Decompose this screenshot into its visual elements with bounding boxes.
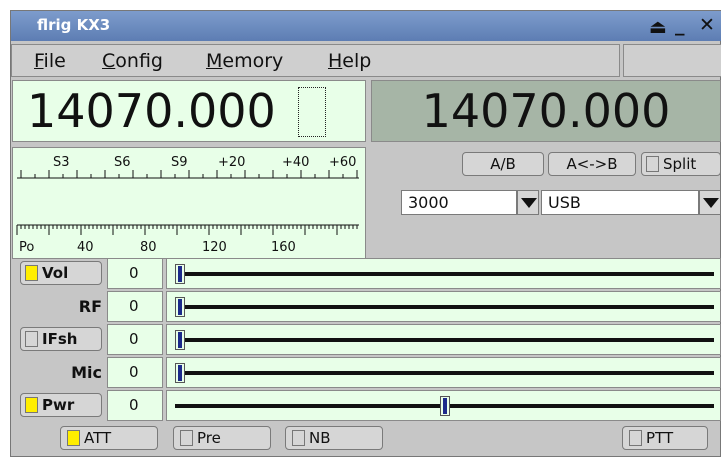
window-title: flrig KX3 xyxy=(37,16,111,34)
vfo-a-display[interactable]: 14070.000 xyxy=(12,80,366,142)
att-button[interactable]: ATT xyxy=(60,426,158,450)
split-checkbox[interactable] xyxy=(646,156,659,172)
menu-bar: File Config Memory Help xyxy=(11,44,620,77)
slider-label: IFsh xyxy=(42,330,78,348)
slider-pwr-value: 0 xyxy=(107,390,163,421)
slider-label: Pwr xyxy=(42,396,75,414)
slider-groove xyxy=(175,272,714,276)
slider-vol-checkbox[interactable] xyxy=(25,265,38,281)
vfo-a-frequency: 14070.000 xyxy=(27,84,276,138)
slider-label: Vol xyxy=(42,264,69,282)
pre-button[interactable]: Pre xyxy=(173,426,271,450)
split-button[interactable]: Split xyxy=(641,152,721,176)
slider-ifsh-value: 0 xyxy=(107,324,163,355)
slider-groove xyxy=(175,305,714,309)
slider-rf-label: RF xyxy=(78,297,102,316)
slider-mic-value: 0 xyxy=(107,357,163,388)
s-label-s3: S3 xyxy=(53,155,70,170)
slider-mic-track[interactable] xyxy=(166,357,721,388)
slider-ifsh-checkbox[interactable] xyxy=(25,331,38,347)
minimize-icon[interactable]: _ xyxy=(675,14,685,36)
swap-vfo-button[interactable]: A<->B xyxy=(548,152,636,176)
slider-groove xyxy=(175,371,714,375)
slider-rf-handle[interactable] xyxy=(175,297,185,317)
slider-rf-track[interactable] xyxy=(166,291,721,322)
pre-checkbox[interactable] xyxy=(180,430,193,446)
title-bar[interactable]: flrig KX3 ⏏ _ ✕ xyxy=(11,11,721,41)
split-label: Split xyxy=(663,155,697,173)
s-label-20: +20 xyxy=(218,155,246,170)
vfo-b-display[interactable]: 14070.000 xyxy=(371,80,721,142)
po-label-160: 160 xyxy=(271,240,296,255)
slider-pwr-track[interactable] xyxy=(166,390,721,421)
slider-mic-label: Mic xyxy=(71,363,102,382)
po-label-40: 40 xyxy=(77,240,94,255)
menu-help[interactable]: Help xyxy=(328,50,371,72)
slider-pwr-handle[interactable] xyxy=(440,396,450,416)
chevron-down-icon[interactable] xyxy=(699,190,721,215)
ptt-checkbox[interactable] xyxy=(629,430,642,446)
slider-pwr-button[interactable]: Pwr xyxy=(20,393,102,417)
digit-cursor xyxy=(298,87,326,137)
slider-mic-handle[interactable] xyxy=(175,363,185,383)
att-checkbox[interactable] xyxy=(67,430,80,446)
close-icon[interactable]: ✕ xyxy=(699,14,715,36)
mode-select[interactable]: USB xyxy=(541,190,699,215)
eject-icon[interactable]: ⏏ xyxy=(649,16,667,38)
menu-bar-spacer xyxy=(623,44,721,77)
main-window: flrig KX3 ⏏ _ ✕ File Config Memory Help … xyxy=(10,10,721,457)
s-label-s9: S9 xyxy=(171,155,188,170)
slider-ifsh-handle[interactable] xyxy=(175,330,185,350)
slider-vol-track[interactable] xyxy=(166,258,721,289)
slider-groove xyxy=(175,338,714,342)
ptt-label: PTT xyxy=(646,429,674,447)
s-label-s6: S6 xyxy=(114,155,131,170)
po-label: Po xyxy=(19,240,35,255)
ptt-button[interactable]: PTT xyxy=(622,426,708,450)
slider-pwr-checkbox[interactable] xyxy=(25,397,38,413)
po-label-120: 120 xyxy=(202,240,227,255)
nb-label: NB xyxy=(309,429,331,447)
pre-label: Pre xyxy=(197,429,221,447)
ab-button[interactable]: A/B xyxy=(462,152,544,176)
slider-rf-value: 0 xyxy=(107,291,163,322)
chevron-down-icon[interactable] xyxy=(517,190,539,215)
menu-memory[interactable]: Memory xyxy=(206,50,283,72)
slider-vol-button[interactable]: Vol xyxy=(20,261,102,285)
nb-checkbox[interactable] xyxy=(292,430,305,446)
nb-button[interactable]: NB xyxy=(285,426,383,450)
po-label-80: 80 xyxy=(140,240,157,255)
slider-ifsh-track[interactable] xyxy=(166,324,721,355)
s-label-40: +40 xyxy=(282,155,310,170)
s-label-60: +60 xyxy=(329,155,357,170)
att-label: ATT xyxy=(84,429,112,447)
slider-vol-value: 0 xyxy=(107,258,163,289)
vfo-b-frequency: 14070.000 xyxy=(421,84,671,138)
menu-config[interactable]: Config xyxy=(102,50,163,72)
s-meter: S3 S6 S9 +20 +40 +60 Po 40 80 120 160 xyxy=(12,147,366,259)
bandwidth-select[interactable]: 3000 xyxy=(401,190,517,215)
menu-file[interactable]: File xyxy=(34,50,66,72)
slider-vol-handle[interactable] xyxy=(175,264,185,284)
slider-ifsh-button[interactable]: IFsh xyxy=(20,327,102,351)
